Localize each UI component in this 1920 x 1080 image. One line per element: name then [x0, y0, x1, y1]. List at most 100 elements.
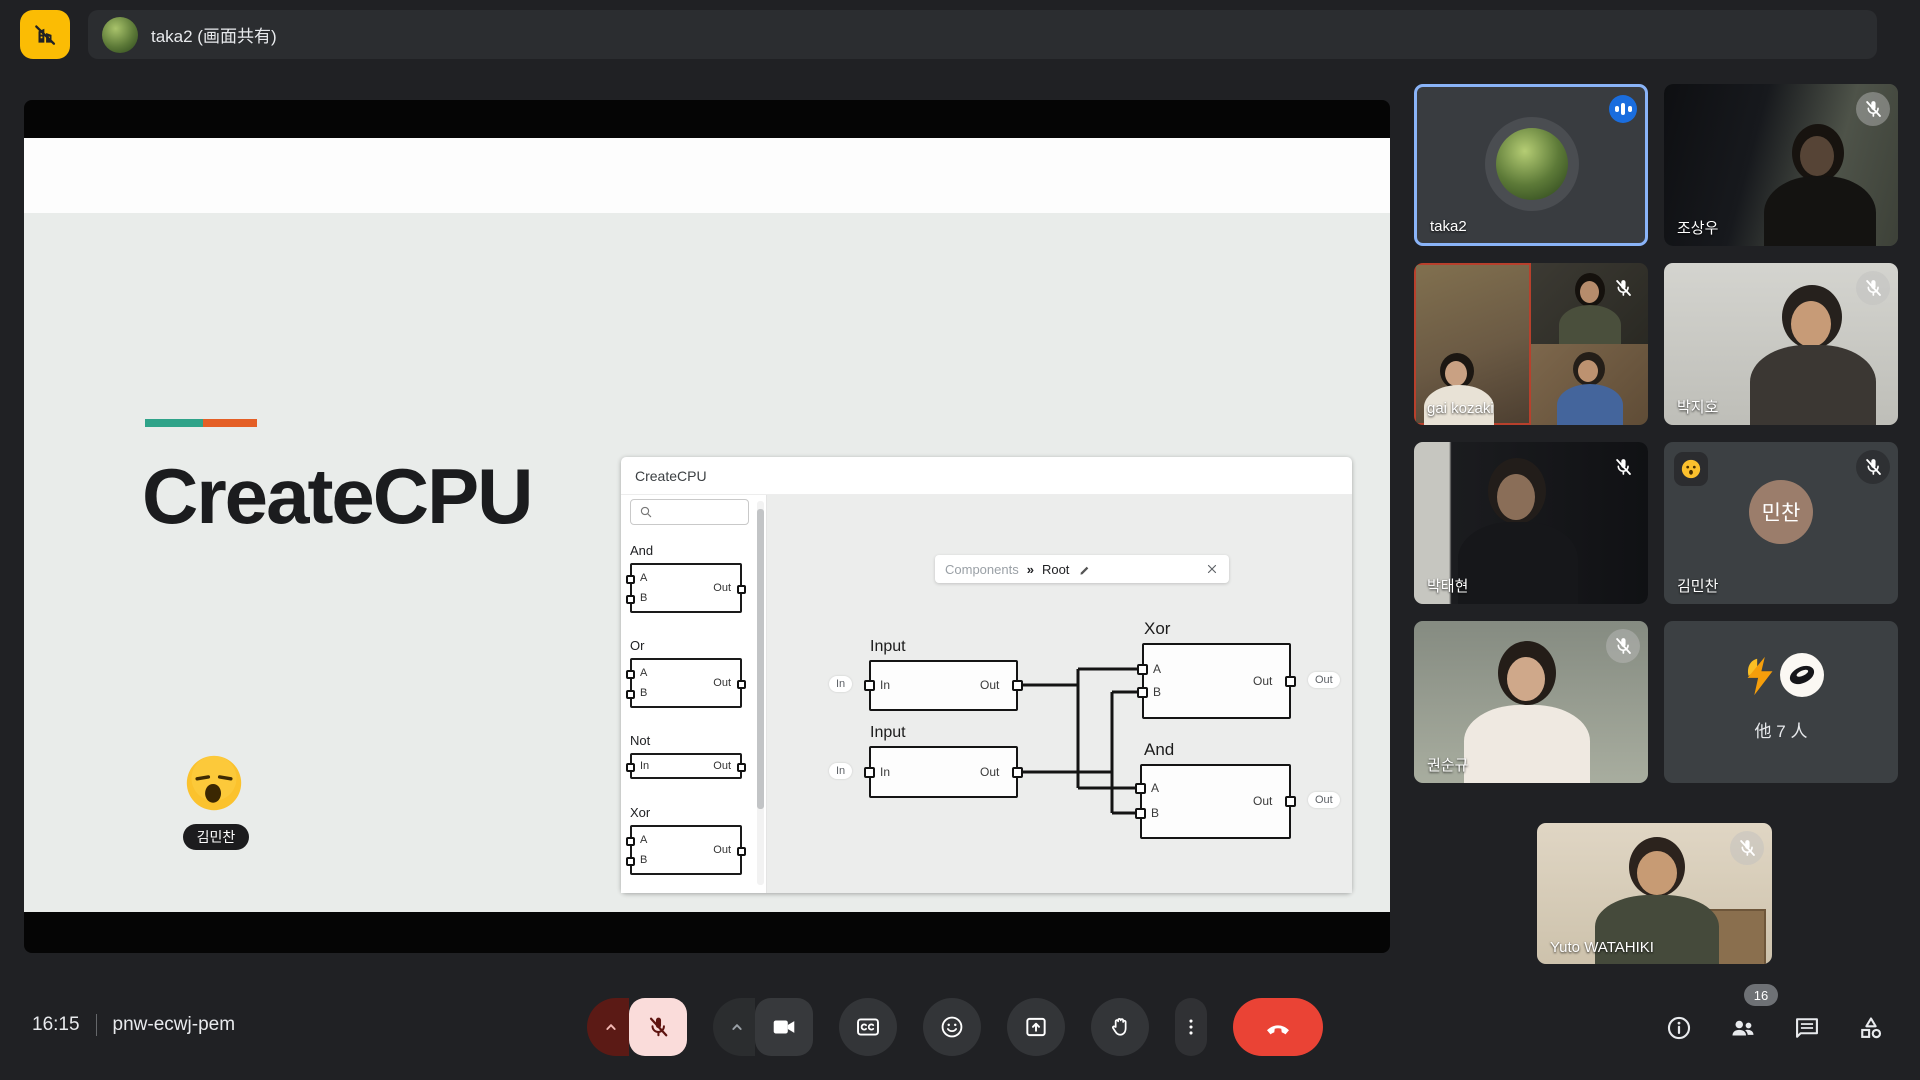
end-call-button[interactable]: [1233, 998, 1323, 1056]
meeting-code: pnw-ecwj-pem: [113, 1014, 235, 1036]
info-icon: [1665, 1014, 1693, 1042]
mic-off-icon: [645, 1014, 671, 1040]
participant-name: taka2: [1430, 218, 1467, 235]
breadcrumb-current[interactable]: Root: [1042, 562, 1069, 577]
port[interactable]: [1012, 680, 1023, 691]
port: [626, 857, 635, 866]
breadcrumb: Components » Root: [935, 555, 1229, 583]
participant-name: Yuto WATAHIKI: [1550, 939, 1654, 956]
port: [737, 763, 746, 772]
avatar: 민찬: [1749, 480, 1813, 544]
call-controls: [587, 998, 1323, 1056]
stop-presenting-button[interactable]: [20, 10, 70, 59]
participant-tile[interactable]: Yuto WATAHIKI: [1537, 823, 1772, 964]
people-icon: [1728, 1013, 1758, 1043]
chevron-up-icon: [600, 1016, 622, 1038]
presentation-off-icon: [32, 22, 58, 48]
captions-button[interactable]: [839, 998, 897, 1056]
palette-gate-xor[interactable]: Xor A B Out: [630, 805, 748, 875]
camera-toggle-button[interactable]: [755, 998, 813, 1056]
camera-options-button[interactable]: [713, 998, 755, 1056]
slide-title: CreateCPU: [142, 451, 531, 542]
overflow-participants-tile[interactable]: 他 7 人: [1664, 621, 1898, 783]
meet-window: taka2 (画面共有) CreateCPU 김민찬: [0, 0, 1920, 1080]
activities-button[interactable]: [1847, 1004, 1895, 1052]
search-input[interactable]: [630, 499, 749, 525]
node-title: Input: [870, 724, 906, 742]
port[interactable]: [1285, 796, 1296, 807]
palette-gate-or[interactable]: Or A B Out: [630, 638, 748, 708]
more-options-button[interactable]: [1175, 998, 1207, 1056]
clock-time: 16:15: [32, 1014, 80, 1036]
yawning-face-emoji: [184, 753, 244, 813]
participant-name: 권순규: [1427, 754, 1468, 775]
external-out-pill: Out: [1308, 792, 1340, 808]
mic-off-icon: [1856, 271, 1890, 305]
lightning-avatar: [1738, 653, 1784, 699]
port[interactable]: [1135, 783, 1146, 794]
port[interactable]: [864, 767, 875, 778]
mic-control: [587, 998, 687, 1056]
present-button[interactable]: [1007, 998, 1065, 1056]
mic-off-icon: [1606, 271, 1640, 305]
shared-screen[interactable]: CreateCPU 김민찬 CreateCPU: [24, 100, 1390, 953]
present-screen-icon: [1023, 1014, 1049, 1040]
close-icon[interactable]: [1205, 562, 1219, 576]
breadcrumb-components[interactable]: Components: [945, 562, 1019, 577]
activities-icon: [1856, 1013, 1886, 1043]
slide-accent-bar-orange: [203, 419, 257, 427]
divider: [96, 1014, 97, 1036]
mic-mute-button[interactable]: [629, 998, 687, 1056]
port[interactable]: [1137, 687, 1148, 698]
meeting-details-button[interactable]: [1655, 1004, 1703, 1052]
chat-icon: [1793, 1014, 1821, 1042]
hand-icon: [1107, 1014, 1133, 1040]
port: [737, 680, 746, 689]
avatar: [1496, 128, 1568, 200]
presentation-slide: CreateCPU 김민찬 CreateCPU: [24, 213, 1390, 912]
raise-hand-button[interactable]: [1091, 998, 1149, 1056]
reactions-button[interactable]: [923, 998, 981, 1056]
participant-tile-taka2[interactable]: taka2: [1414, 84, 1648, 246]
presenter-avatar: [102, 17, 138, 53]
chat-button[interactable]: [1783, 1004, 1831, 1052]
participant-tile[interactable]: 민찬 김민찬: [1664, 442, 1898, 604]
port[interactable]: [1137, 664, 1148, 675]
phone-hangup-icon: [1264, 1013, 1292, 1041]
participant-name: 박지호: [1677, 396, 1718, 417]
palette-gate-not[interactable]: Not In Out: [630, 733, 748, 779]
port[interactable]: [1012, 767, 1023, 778]
external-out-pill: Out: [1308, 672, 1340, 688]
participant-name: 김민찬: [1677, 575, 1718, 596]
show-everyone-button[interactable]: [1719, 1004, 1767, 1052]
palette-scrollbar[interactable]: [757, 501, 764, 885]
mic-off-icon: [1606, 450, 1640, 484]
slide-accent-bar-teal: [145, 419, 203, 427]
mic-off-icon: [1856, 92, 1890, 126]
mic-off-icon: [1856, 450, 1890, 484]
presenting-banner[interactable]: taka2 (画面共有): [88, 10, 1877, 59]
port: [737, 847, 746, 856]
participant-tile[interactable]: 조상우: [1664, 84, 1898, 246]
port: [626, 763, 635, 772]
participant-tile[interactable]: 권순규: [1414, 621, 1648, 783]
external-in-pill: In: [829, 763, 852, 779]
node-title: Xor: [1144, 619, 1170, 639]
circuit-canvas[interactable]: Components » Root: [767, 495, 1352, 893]
port[interactable]: [1135, 808, 1146, 819]
mic-options-button[interactable]: [587, 998, 629, 1056]
edit-pencil-icon[interactable]: [1078, 562, 1093, 577]
port[interactable]: [864, 680, 875, 691]
participant-count-badge: 16: [1744, 984, 1778, 1006]
port[interactable]: [1285, 676, 1296, 687]
participant-tile[interactable]: 박태현: [1414, 442, 1648, 604]
palette-gate-and[interactable]: And A B Out: [630, 543, 748, 613]
participant-tile[interactable]: gai kozaki: [1414, 263, 1648, 425]
meeting-info: 16:15 pnw-ecwj-pem: [32, 1014, 235, 1036]
participant-name: gai kozaki: [1427, 400, 1494, 417]
participant-tile[interactable]: 박지호: [1664, 263, 1898, 425]
smiley-icon: [939, 1014, 965, 1040]
port: [737, 585, 746, 594]
open-mouth-emoji: [1674, 452, 1708, 486]
shared-app-toolbar: [24, 138, 1390, 213]
